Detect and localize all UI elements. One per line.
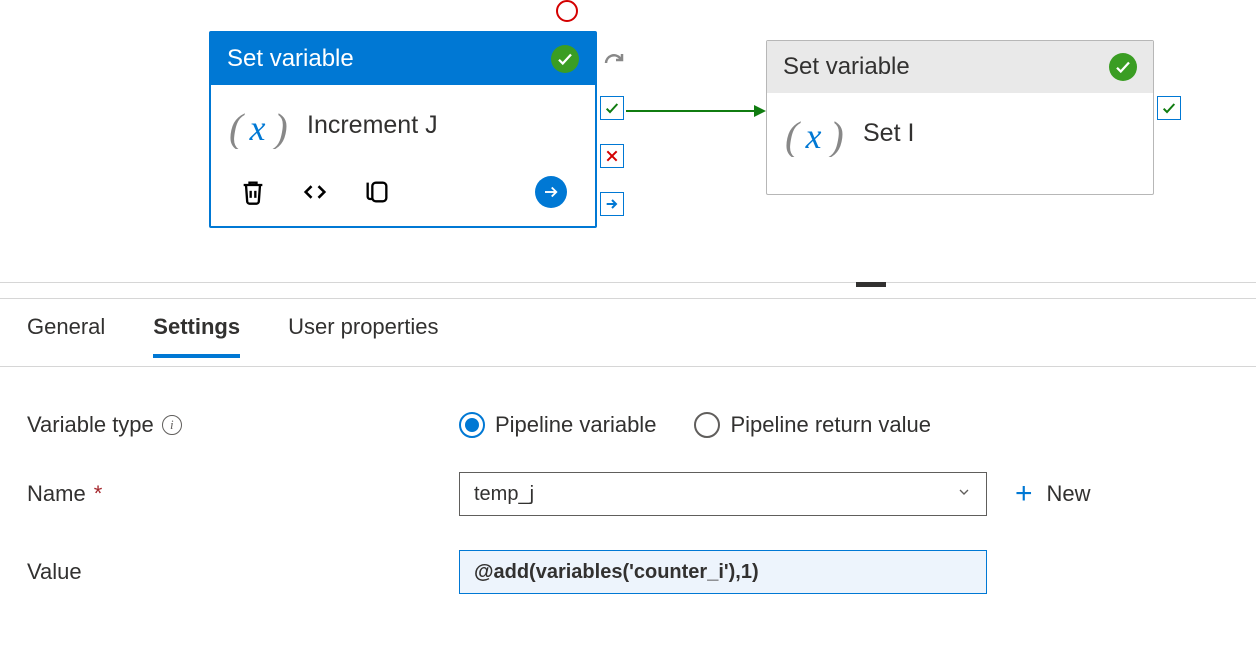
status-success-icon — [1109, 53, 1137, 81]
row-variable-type: Variable type i Pipeline variable Pipeli… — [27, 412, 1229, 438]
variable-icon: ( x ) — [785, 111, 845, 156]
activity-node-header[interactable]: Set variable — [211, 33, 595, 85]
activity-type-label: Set variable — [227, 45, 354, 73]
tab-general[interactable]: General — [27, 314, 105, 358]
activity-name-label: Set I — [863, 119, 914, 148]
value-text: @add(variables('counter_i'),1) — [474, 561, 759, 584]
panel-divider — [0, 298, 1256, 299]
svg-text:(: ( — [229, 104, 245, 148]
label-text: Value — [27, 559, 82, 585]
svg-text:): ) — [828, 112, 844, 156]
label-text: Variable type — [27, 412, 154, 438]
activity-node-toolbar — [211, 166, 595, 226]
code-icon[interactable] — [301, 178, 329, 206]
name-select[interactable]: temp_j — [459, 472, 987, 516]
name-value: temp_j — [474, 483, 534, 506]
svg-text:): ) — [272, 104, 288, 148]
port-success-icon[interactable] — [600, 96, 624, 120]
connector-success[interactable] — [626, 101, 766, 121]
port-skip-icon[interactable] — [600, 192, 624, 216]
row-name: Name * temp_j + New — [27, 472, 1229, 516]
radio-icon — [459, 412, 485, 438]
new-variable-button[interactable]: + New — [1015, 479, 1091, 509]
panel-divider — [0, 282, 1256, 283]
port-success-icon[interactable] — [1157, 96, 1181, 120]
activity-node-body: ( x ) Increment J — [211, 85, 595, 166]
activity-node-header[interactable]: Set variable — [767, 41, 1153, 93]
expand-arrow-button[interactable] — [535, 176, 567, 208]
panel-resize-handle[interactable] — [856, 282, 886, 287]
delete-icon[interactable] — [239, 178, 267, 206]
plus-icon: + — [1015, 479, 1033, 509]
label-text: Name — [27, 481, 86, 507]
breakpoint-marker[interactable] — [556, 0, 578, 22]
svg-text:(: ( — [785, 112, 801, 156]
tab-settings[interactable]: Settings — [153, 314, 240, 358]
activity-node-body: ( x ) Set I — [767, 93, 1153, 174]
tab-user-properties[interactable]: User properties — [288, 314, 438, 358]
activity-type-label: Set variable — [783, 53, 910, 81]
label-value: Value — [27, 559, 459, 585]
new-label: New — [1047, 481, 1091, 507]
status-success-icon — [551, 45, 579, 73]
activity-node-set-i[interactable]: Set variable ( x ) Set I — [766, 40, 1154, 195]
svg-text:x: x — [805, 116, 822, 156]
svg-text:x: x — [249, 108, 266, 148]
tabs-underline — [0, 366, 1256, 367]
settings-form: Variable type i Pipeline variable Pipeli… — [27, 412, 1229, 628]
properties-tabs: General Settings User properties — [27, 314, 438, 358]
copy-icon[interactable] — [363, 178, 391, 206]
chevron-down-icon — [956, 483, 972, 506]
radio-label: Pipeline variable — [495, 412, 656, 438]
label-name: Name * — [27, 481, 459, 507]
variable-type-radio-group: Pipeline variable Pipeline return value — [459, 412, 931, 438]
redo-icon[interactable] — [601, 48, 627, 74]
radio-label: Pipeline return value — [730, 412, 931, 438]
activity-name-label: Increment J — [307, 111, 438, 140]
value-expression-input[interactable]: @add(variables('counter_i'),1) — [459, 550, 987, 594]
pipeline-canvas[interactable]: Set variable ( x ) Increment J — [0, 0, 1256, 290]
label-variable-type: Variable type i — [27, 412, 459, 438]
activity-node-increment-j[interactable]: Set variable ( x ) Increment J — [209, 31, 597, 228]
radio-icon — [694, 412, 720, 438]
row-value: Value @add(variables('counter_i'),1) — [27, 550, 1229, 594]
info-icon[interactable]: i — [162, 415, 182, 435]
radio-pipeline-return-value[interactable]: Pipeline return value — [694, 412, 931, 438]
required-marker: * — [94, 481, 103, 507]
variable-icon: ( x ) — [229, 103, 289, 148]
radio-pipeline-variable[interactable]: Pipeline variable — [459, 412, 656, 438]
port-fail-icon[interactable] — [600, 144, 624, 168]
